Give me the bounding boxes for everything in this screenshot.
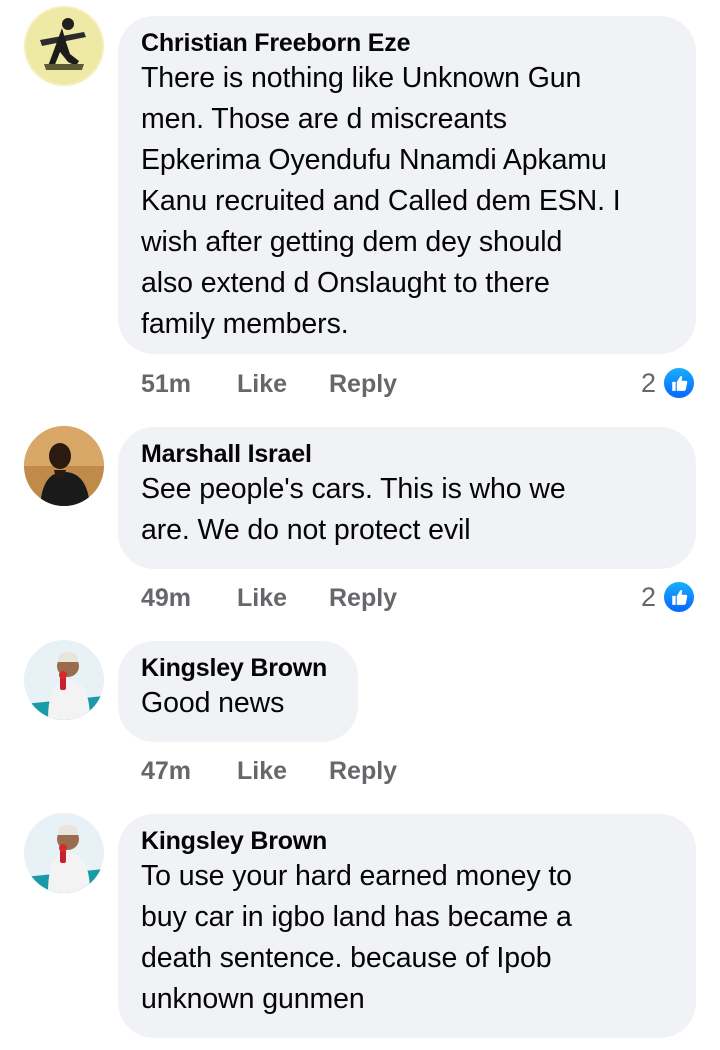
avatar[interactable] (24, 813, 104, 893)
comment-timestamp[interactable]: 51m (141, 370, 191, 399)
avatar-image (24, 813, 104, 893)
reaction-summary[interactable]: 2 (641, 580, 696, 614)
comment-author[interactable]: Kingsley Brown (141, 826, 672, 856)
like-button[interactable]: Like (237, 584, 287, 613)
reaction-summary[interactable]: 2 (641, 366, 696, 400)
comment-timestamp[interactable]: 49m (141, 584, 191, 613)
comment-text: There is nothing like Unknown Gun men. T… (141, 62, 621, 340)
reply-button[interactable]: Reply (329, 757, 397, 786)
comment-text: See people's cars. This is who we are. W… (141, 473, 566, 546)
avatar[interactable] (24, 6, 104, 86)
comment-bubble: Christian Freeborn Eze There is nothing … (118, 16, 696, 354)
reply-button[interactable]: Reply (329, 370, 397, 399)
comment-author[interactable]: Marshall Israel (141, 439, 672, 469)
comment-author[interactable]: Christian Freeborn Eze (141, 28, 672, 58)
comment-timestamp[interactable]: 47m (141, 757, 191, 786)
avatar-image (24, 426, 104, 506)
comment-bubble: Kingsley Brown To use your hard earned m… (118, 814, 696, 1038)
like-thumbs-up-icon (662, 366, 696, 400)
comment-bubble: Kingsley Brown Good news (118, 641, 358, 742)
reaction-count: 2 (640, 367, 656, 398)
comment-text: To use your hard earned money to buy car… (141, 860, 572, 1015)
comment-bubble: Marshall Israel See people's cars. This … (118, 427, 696, 569)
like-button[interactable]: Like (237, 757, 287, 786)
reaction-count: 2 (640, 581, 656, 612)
like-button[interactable]: Like (237, 370, 287, 399)
comment-author[interactable]: Kingsley Brown (141, 653, 334, 683)
avatar[interactable] (24, 426, 104, 506)
avatar-image (24, 6, 104, 86)
avatar-image (24, 640, 104, 720)
comments-feed: Christian Freeborn Eze There is nothing … (0, 0, 720, 1050)
reply-button[interactable]: Reply (329, 584, 397, 613)
avatar[interactable] (24, 640, 104, 720)
comment-text: Good news (141, 687, 285, 719)
like-thumbs-up-icon (662, 580, 696, 614)
